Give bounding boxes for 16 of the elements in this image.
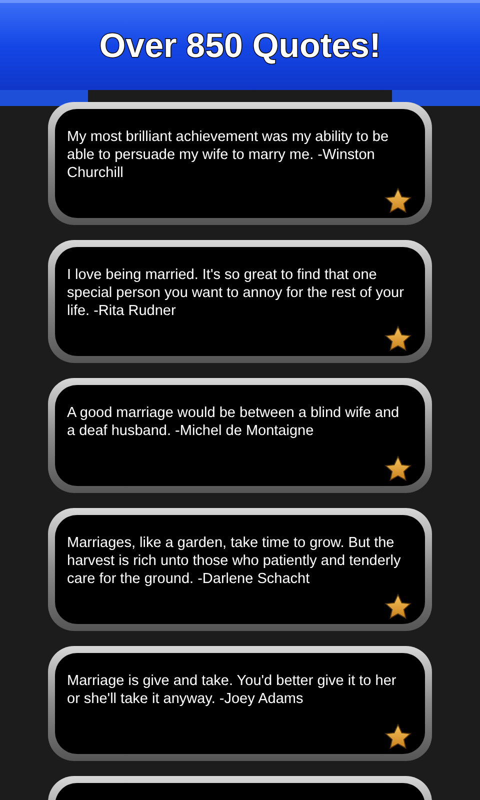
star-icon[interactable] <box>384 187 412 215</box>
star-icon[interactable] <box>384 593 412 621</box>
quote-text: A good marriage would be between a blind wife and a deaf husband. -Michel de Montaigne <box>67 404 400 440</box>
quote-card[interactable]: My most brilliant achievement was my ability to be able to persuade my wife to marry me. -Winston Churchill <box>48 102 432 225</box>
quote-card[interactable]: Marriage is give and take. You'd better give it to her or she'll take it anyway. -Joey Adams <box>48 646 432 761</box>
quote-text: I love being married. It's so great to find that one special person you want to annoy for the rest of your life. -Rita Rudner <box>67 266 405 320</box>
star-icon[interactable] <box>384 723 412 751</box>
quote-text: My most brilliant achievement was my ability to be able to persuade my wife to marry me. -Winston Churchill <box>67 128 390 182</box>
quote-card[interactable]: Marriages, like a garden, take time to grow. But the harvest is rich unto those who patiently and tenderly care for the ground. -Darlene Schacht <box>48 508 432 631</box>
app-title: Over 850 Quotes! <box>99 26 381 67</box>
star-icon[interactable] <box>384 455 412 483</box>
quote-card[interactable]: A good marriage would be between a blind wife and a deaf husband. -Michel de Montaigne <box>48 378 432 493</box>
star-icon[interactable] <box>384 325 412 353</box>
quote-text: Marriage is give and take. You'd better give it to her or she'll take it anyway. -Joey Adams <box>67 672 398 708</box>
quote-card[interactable]: I love being married. It's so great to find that one special person you want to annoy for the rest of your life. -Rita Rudner <box>48 240 432 363</box>
quote-text: Marriages, like a garden, take time to grow. But the harvest is rich unto those who patiently and tenderly care for the ground. -Darlene Schacht <box>67 534 402 588</box>
